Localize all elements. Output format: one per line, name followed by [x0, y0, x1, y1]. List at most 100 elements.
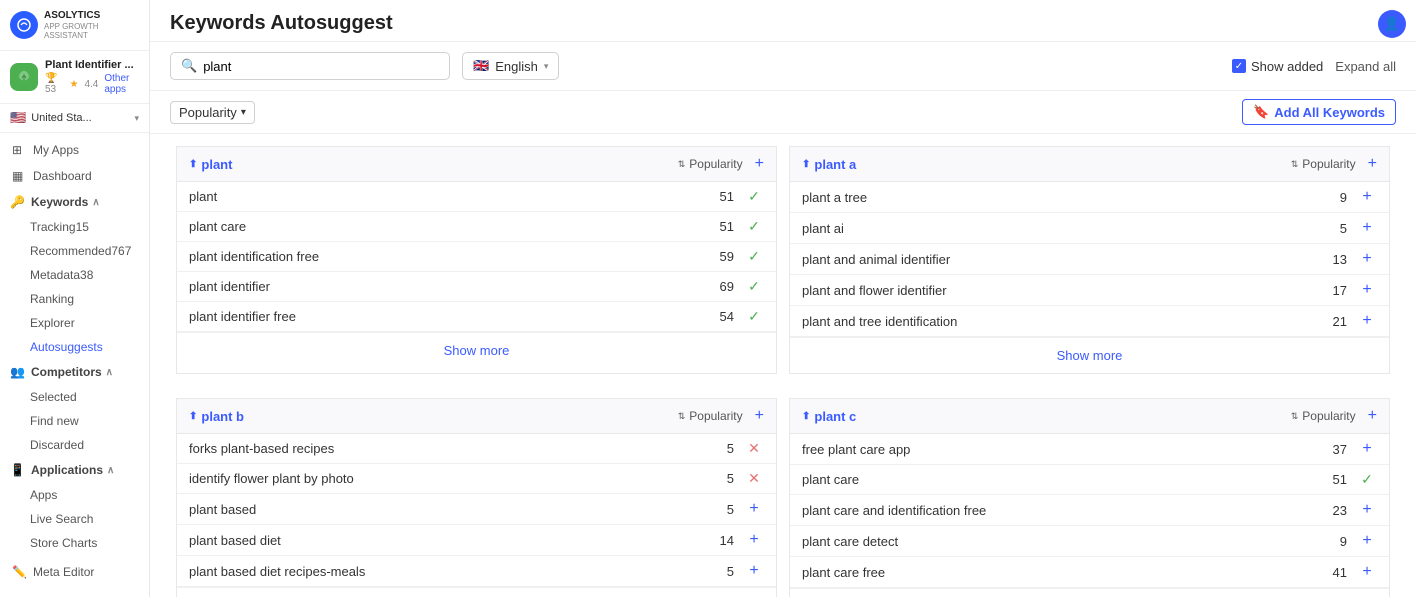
table-row: plant based 5 +	[177, 494, 776, 525]
keyword-name: plant care	[189, 219, 704, 234]
sidebar-item-autosuggests[interactable]: Autosuggests	[0, 335, 149, 359]
add-icon[interactable]: +	[1357, 250, 1377, 268]
language-selector[interactable]: 🇬🇧 English ▾	[462, 52, 559, 80]
sidebar-keywords-header[interactable]: 🔑 Keywords ∧	[0, 189, 149, 215]
show-more-button[interactable]: Show more	[790, 337, 1389, 373]
region-flag: 🇺🇸	[10, 110, 26, 126]
add-icon[interactable]: +	[1357, 440, 1377, 458]
sidebar-applications-label: Applications	[31, 463, 103, 477]
sidebar-item-discarded[interactable]: Discarded	[0, 433, 149, 457]
sidebar: ASOLYTICS APP GROWTH ASSISTANT Plant Ide…	[0, 0, 150, 597]
add-icon[interactable]: +	[744, 562, 764, 580]
table-row: identify flower plant by photo 5 ✕	[177, 464, 776, 494]
expand-all-button[interactable]: Expand all	[1335, 59, 1396, 74]
add-icon[interactable]: +	[1357, 281, 1377, 299]
add-all-keywords-button[interactable]: 🔖 Add All Keywords	[1242, 99, 1396, 125]
keyword-name: plant care detect	[802, 534, 1317, 549]
sidebar-find-new-label: Find new	[30, 414, 79, 428]
sidebar-keywords-label: Keywords	[31, 195, 88, 209]
sidebar-applications-header[interactable]: 📱 Applications ∧	[0, 457, 149, 483]
page-header: Keywords Autosuggest	[150, 0, 1416, 42]
add-all-section-button[interactable]: +	[1368, 407, 1377, 425]
section-title-text: plant b	[201, 409, 244, 424]
add-all-section-button[interactable]: +	[1368, 155, 1377, 173]
keyword-popularity: 5	[704, 502, 734, 517]
keyword-popularity: 41	[1317, 565, 1347, 580]
show-more-button[interactable]: Show more	[177, 332, 776, 368]
sidebar-autosuggests-label: Autosuggests	[30, 340, 103, 354]
remove-icon[interactable]: ✕	[744, 470, 764, 487]
sidebar-store-charts-label: Store Charts	[30, 536, 97, 550]
keyword-popularity: 5	[704, 471, 734, 486]
added-icon: ✓	[1357, 471, 1377, 488]
add-all-section-button[interactable]: +	[755, 407, 764, 425]
add-icon[interactable]: +	[1357, 532, 1377, 550]
keyword-popularity: 9	[1317, 190, 1347, 205]
sidebar-discarded-label: Discarded	[30, 438, 84, 452]
add-icon[interactable]: +	[744, 500, 764, 518]
sidebar-competitors-header[interactable]: 👥 Competitors ∧	[0, 359, 149, 385]
region-selector[interactable]: 🇺🇸 United Sta... ▾	[0, 104, 149, 133]
nav-section-main: ⊞ My Apps ▦ Dashboard 🔑 Keywords ∧ Track…	[0, 133, 149, 589]
sort-icon: ⇅	[678, 159, 686, 170]
keyword-name: plant based	[189, 502, 704, 517]
keyword-name: identify flower plant by photo	[189, 471, 704, 486]
show-added-checkbox[interactable]: ✓ Show added	[1232, 59, 1323, 74]
sidebar-item-meta-editor[interactable]: ✏️ Meta Editor	[0, 559, 149, 585]
keyword-popularity: 51	[704, 189, 734, 204]
sidebar-meta-editor-label: Meta Editor	[33, 565, 94, 579]
keyword-popularity: 54	[704, 309, 734, 324]
sidebar-item-live-search[interactable]: Live Search	[0, 507, 149, 531]
popularity-col-header: ⇅ Popularity +	[678, 407, 764, 425]
user-avatar[interactable]: 👤	[1378, 10, 1406, 38]
sidebar-item-metadata[interactable]: Metadata 38	[0, 263, 149, 287]
sidebar-item-store-charts[interactable]: Store Charts	[0, 531, 149, 555]
keyword-section-plant_a: ⬆ plant a ⇅ Popularity + plant a tree 9 …	[789, 146, 1390, 374]
sort-up-icon: ⬆	[802, 159, 810, 170]
add-icon[interactable]: +	[1357, 312, 1377, 330]
app-rating: 4.4	[84, 79, 98, 90]
sidebar-item-my-apps-label: My Apps	[33, 143, 79, 157]
add-all-label: Add All Keywords	[1274, 105, 1385, 120]
dashboard-icon: ▦	[12, 169, 26, 183]
current-app[interactable]: Plant Identifier ... 🏆 53 ★ 4.4 Other ap…	[0, 51, 149, 104]
keyword-name: plant identifier free	[189, 309, 704, 324]
popularity-filter[interactable]: Popularity ▾	[170, 101, 255, 124]
add-icon[interactable]: +	[1357, 501, 1377, 519]
show-more-button[interactable]: Show more	[790, 588, 1389, 597]
sidebar-item-find-new[interactable]: Find new	[0, 409, 149, 433]
keywords-content: ⬆ plant ⇅ Popularity + plant 51 ✓ plant …	[150, 134, 1416, 597]
applications-icon: 📱	[10, 463, 24, 477]
sidebar-item-my-apps[interactable]: ⊞ My Apps	[0, 137, 149, 163]
keyword-name: free plant care app	[802, 442, 1317, 457]
sidebar-item-apps[interactable]: Apps	[0, 483, 149, 507]
sidebar-item-selected[interactable]: Selected	[0, 385, 149, 409]
section-title: ⬆ plant c	[802, 409, 856, 424]
sidebar-item-ranking[interactable]: Ranking	[0, 287, 149, 311]
sidebar-ranking-label: Ranking	[30, 292, 74, 306]
add-icon[interactable]: +	[744, 531, 764, 549]
table-row: plant identifier free 54 ✓	[177, 302, 776, 332]
sidebar-item-dashboard[interactable]: ▦ Dashboard	[0, 163, 149, 189]
sidebar-item-dashboard-label: Dashboard	[33, 169, 92, 183]
table-row: forks plant-based recipes 5 ✕	[177, 434, 776, 464]
sidebar-item-explorer[interactable]: Explorer	[0, 311, 149, 335]
logo-text-block: ASOLYTICS APP GROWTH ASSISTANT	[44, 10, 139, 40]
add-all-section-button[interactable]: +	[755, 155, 764, 173]
sort-icon: ⇅	[1291, 411, 1299, 422]
add-icon[interactable]: +	[1357, 219, 1377, 237]
show-more-button[interactable]: Show more	[177, 587, 776, 597]
sidebar-item-tracking[interactable]: Tracking 15	[0, 215, 149, 239]
sort-up-icon: ⬆	[189, 159, 197, 170]
search-input[interactable]	[203, 59, 439, 74]
sidebar-item-recommended[interactable]: Recommended 767	[0, 239, 149, 263]
add-icon[interactable]: +	[1357, 188, 1377, 206]
keyword-popularity: 5	[1317, 221, 1347, 236]
other-apps-link[interactable]: Other apps	[104, 73, 139, 95]
remove-icon[interactable]: ✕	[744, 440, 764, 457]
sidebar-tracking-label: Tracking	[30, 220, 76, 234]
add-icon[interactable]: +	[1357, 563, 1377, 581]
keyword-popularity: 51	[704, 219, 734, 234]
recommended-badge: 767	[111, 244, 131, 258]
table-row: plant a tree 9 +	[790, 182, 1389, 213]
